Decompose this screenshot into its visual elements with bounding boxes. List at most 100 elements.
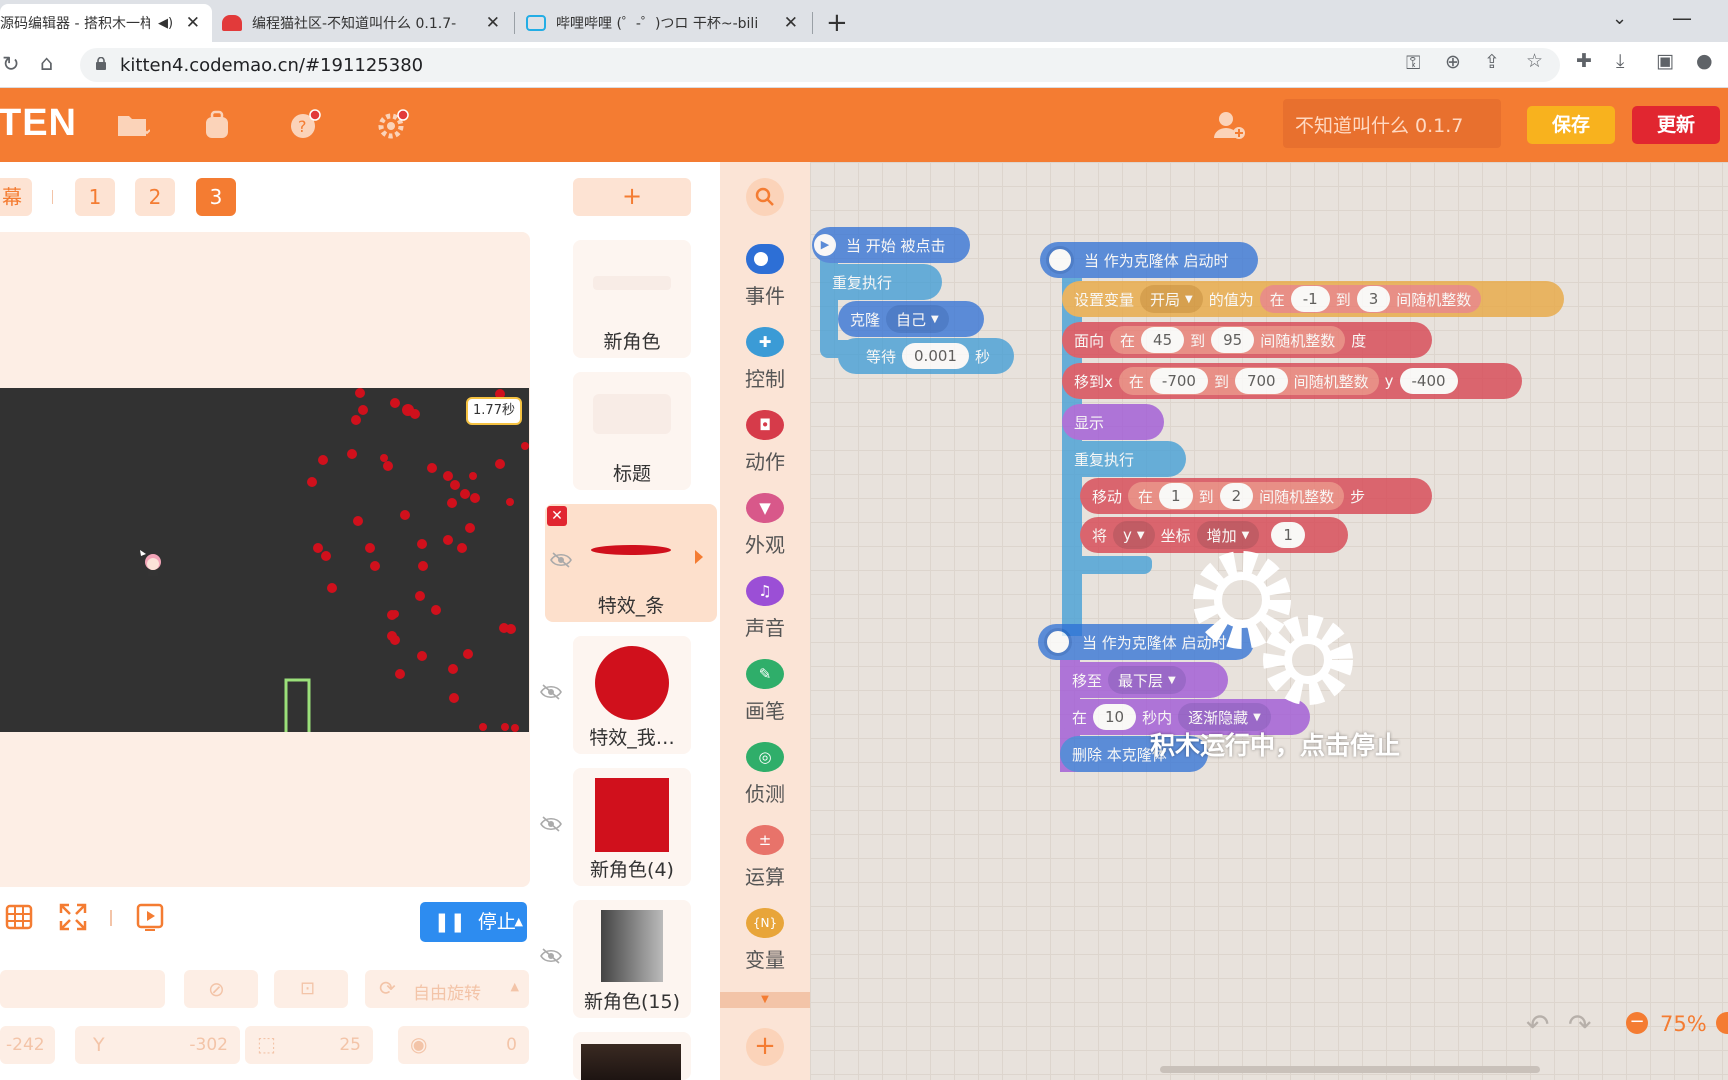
clone-block[interactable]: 克隆 自己 ▼: [838, 301, 984, 337]
zoom-icon[interactable]: ⊕: [1445, 51, 1461, 73]
zoom-in-button[interactable]: [1716, 1012, 1728, 1034]
repeat-forever-block[interactable]: 重复执行: [820, 264, 942, 300]
close-tab-icon[interactable]: ✕: [486, 13, 500, 33]
visibility-toggle[interactable]: ⊘: [184, 970, 258, 1008]
scene-tab-1[interactable]: 1: [75, 178, 115, 216]
category-operators[interactable]: ± 运算: [720, 825, 810, 890]
side-panel-icon[interactable]: ▣: [1656, 50, 1674, 72]
rotate-mode-select[interactable]: ⟳ 自由旋转 ▲: [365, 970, 529, 1008]
stop-button[interactable]: ❚❚ 停止 ▲: [420, 902, 527, 942]
scroll-more-bar[interactable]: ▼: [720, 992, 810, 1008]
omnibox[interactable]: kitten4.codemao.cn/#191125380: [80, 48, 1560, 82]
random-int-reporter[interactable]: 在 1 到 2 间随机整数: [1128, 482, 1345, 510]
browser-tab-active[interactable]: 源码编辑器 - 搭积木一样 ◀) ✕: [0, 4, 212, 42]
sprite-card[interactable]: 新角色(4): [540, 768, 691, 886]
number-input[interactable]: 10: [1093, 704, 1137, 730]
face-direction-block[interactable]: 面向 在 45 到 95 间随机整数 度: [1062, 322, 1432, 358]
category-motion[interactable]: ◘ 动作: [720, 410, 810, 475]
category-pen[interactable]: ✎ 画笔: [720, 659, 810, 724]
sprite-card[interactable]: 特效_我…: [540, 636, 691, 754]
y-field[interactable]: Y -302: [75, 1026, 240, 1064]
browser-tab[interactable]: 哔哩哔哩 (゜-゜)つロ 干杯~-bili ✕: [520, 4, 810, 42]
eye-off-icon[interactable]: [540, 684, 562, 700]
code-workspace[interactable]: ▶ 当 开始 被点击 重复执行 克隆 自己 ▼ 等待 0.001 秒 当 作为克隆…: [810, 162, 1728, 1080]
x-field[interactable]: -242: [0, 1026, 55, 1064]
download-icon[interactable]: ⤓: [1616, 50, 1624, 72]
settings-gear-icon[interactable]: [376, 108, 410, 142]
scene-tab-3[interactable]: 3: [196, 178, 236, 216]
sprite-card[interactable]: 新角色(15): [540, 900, 691, 1018]
new-tab-icon[interactable]: +: [826, 8, 848, 38]
size-field[interactable]: ⬚ 25: [245, 1026, 373, 1064]
number-input[interactable]: 95: [1211, 327, 1255, 353]
scene-tab-2[interactable]: 2: [135, 178, 175, 216]
file-menu-icon[interactable]: [116, 108, 150, 142]
lock-toggle[interactable]: ⊡: [274, 970, 348, 1008]
show-block[interactable]: 显示: [1062, 404, 1164, 440]
backpack-icon[interactable]: [200, 108, 234, 142]
update-button[interactable]: 更新: [1632, 106, 1720, 144]
random-int-reporter[interactable]: 在 45 到 95 间随机整数: [1110, 326, 1346, 354]
close-tab-icon[interactable]: ✕: [186, 13, 200, 33]
number-input[interactable]: 2: [1219, 483, 1254, 509]
wait-input[interactable]: 0.001: [902, 343, 969, 369]
number-input[interactable]: 45: [1141, 327, 1185, 353]
category-events[interactable]: 事件: [720, 244, 810, 309]
tab-search-chevron-icon[interactable]: ⌄: [1612, 8, 1627, 29]
play-preview-icon[interactable]: [135, 902, 165, 932]
set-variable-block[interactable]: 设置变量 开局 ▼ 的值为 在 -1 到 3 间随机整数: [1062, 281, 1564, 317]
extensions-icon[interactable]: ✚: [1576, 50, 1592, 72]
number-input[interactable]: -1: [1290, 286, 1330, 312]
eye-off-icon[interactable]: [540, 948, 562, 964]
wait-block[interactable]: 等待 0.001 秒: [838, 338, 1014, 374]
category-sensing[interactable]: ◎ 侦测: [720, 742, 810, 807]
fullscreen-icon[interactable]: [58, 902, 88, 932]
category-control[interactable]: ✚ 控制: [720, 327, 810, 392]
number-input[interactable]: -700: [1149, 368, 1208, 394]
number-input[interactable]: 3: [1356, 286, 1391, 312]
stage-canvas[interactable]: 1.77秒: [0, 388, 529, 732]
random-int-reporter[interactable]: 在 -1 到 3 间随机整数: [1259, 285, 1482, 313]
share-icon[interactable]: ⇪: [1484, 51, 1500, 73]
sprite-name-field[interactable]: [0, 970, 165, 1008]
category-looks[interactable]: ▼ 外观: [720, 493, 810, 558]
project-name-input[interactable]: 不知道叫什么 0.1.7: [1283, 99, 1501, 148]
move-steps-block[interactable]: 移动 在 1 到 2 间随机整数 步: [1080, 478, 1432, 514]
clone-target-dropdown[interactable]: 自己 ▼: [886, 305, 949, 333]
zoom-out-button[interactable]: −: [1626, 1012, 1648, 1034]
category-sound[interactable]: ♫ 声音: [720, 576, 810, 641]
repeat-forever-block[interactable]: 重复执行: [1062, 441, 1186, 477]
save-button[interactable]: 保存: [1527, 106, 1615, 144]
variable-dropdown[interactable]: 开局 ▼: [1140, 285, 1203, 313]
when-clone-starts-block[interactable]: 当 作为克隆体 启动时: [1040, 242, 1258, 278]
horizontal-scrollbar[interactable]: [1160, 1066, 1540, 1073]
category-variables[interactable]: {N} 变量: [720, 908, 810, 973]
profile-icon[interactable]: ●: [1696, 50, 1713, 72]
running-hint[interactable]: 积木运行中，点击停止: [1150, 726, 1400, 762]
move-to-xy-block[interactable]: 移到x 在 -700 到 700 间随机整数 y -400: [1062, 363, 1522, 399]
grid-icon[interactable]: [5, 902, 35, 932]
sprite-card[interactable]: 标题: [573, 372, 691, 490]
when-start-clicked-block[interactable]: ▶ 当 开始 被点击: [812, 227, 970, 263]
add-collaborator-icon[interactable]: [1212, 108, 1246, 142]
number-input[interactable]: 1: [1159, 483, 1193, 509]
minimize-icon[interactable]: —: [1672, 6, 1692, 30]
undo-icon[interactable]: ↶: [1526, 1008, 1549, 1041]
random-int-reporter[interactable]: 在 -700 到 700 间随机整数: [1118, 367, 1379, 395]
direction-field[interactable]: ◉ 0: [398, 1026, 529, 1064]
scene-tab-partial[interactable]: 幕: [0, 178, 32, 216]
reload-icon[interactable]: ↻: [2, 52, 20, 76]
eye-off-icon[interactable]: [540, 816, 562, 832]
key-icon[interactable]: ⚿: [1406, 52, 1420, 74]
sprite-card[interactable]: 新角色: [573, 240, 691, 358]
delete-sprite-icon[interactable]: ✕: [547, 506, 567, 526]
sprite-card-selected[interactable]: ✕ 特效_条: [545, 504, 717, 622]
axis-dropdown[interactable]: y ▼: [1113, 521, 1155, 549]
add-sprite-button[interactable]: +: [573, 178, 691, 216]
help-icon[interactable]: ?: [288, 108, 322, 142]
number-input[interactable]: -400: [1399, 368, 1458, 394]
home-icon[interactable]: ⌂: [40, 51, 53, 75]
sprite-card[interactable]: [573, 1032, 691, 1080]
bookmark-star-icon[interactable]: ☆: [1526, 50, 1543, 72]
eye-off-icon[interactable]: [550, 552, 572, 568]
